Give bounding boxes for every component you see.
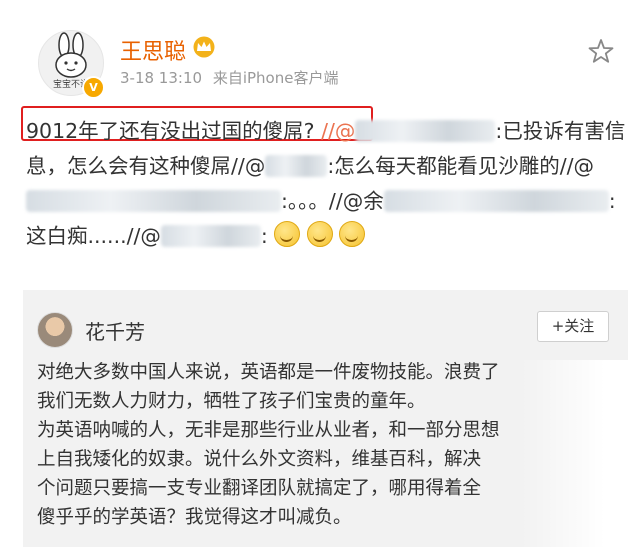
blurred-username xyxy=(26,190,281,212)
post-segment-3: :怎么每天都能看见沙雕的//@ xyxy=(327,154,595,178)
blurred-username xyxy=(265,155,328,177)
verified-icon: V xyxy=(82,76,105,99)
grin-emoji-icon xyxy=(306,221,333,247)
post-segment-6: : xyxy=(260,224,268,248)
post-segment-4: :。。。//@余 xyxy=(281,189,384,213)
crown-icon xyxy=(193,36,215,58)
post-source: 来自iPhone客户端 xyxy=(212,69,339,87)
mention-1[interactable]: //@ xyxy=(315,119,355,143)
weibo-post: 宝宝不说 V 王思聪 3-18 13:10 来自iPhone客户端 9012年了… xyxy=(0,0,641,290)
follow-button[interactable]: +关注 xyxy=(537,311,609,342)
post-username[interactable]: 王思聪 xyxy=(120,34,186,66)
highlighted-sentence: 9012年了还有没出过国的傻屌? xyxy=(26,119,315,143)
repost-username[interactable]: 花千芳 xyxy=(85,316,145,345)
blurred-username xyxy=(160,225,261,247)
grin-emoji-icon xyxy=(274,221,301,247)
post-date: 3-18 13:10 xyxy=(120,69,203,87)
edge-fade xyxy=(520,360,641,547)
post-text: 9012年了还有没出过国的傻屌? //@:已投诉有害信息，怎么会有这种傻屌//@… xyxy=(26,114,626,254)
star-icon[interactable] xyxy=(588,38,614,64)
blurred-username xyxy=(355,120,496,142)
blurred-username xyxy=(383,190,609,212)
user-avatar[interactable] xyxy=(37,312,73,348)
grin-emoji-icon xyxy=(339,221,366,247)
post-meta: 3-18 13:10 来自iPhone客户端 xyxy=(120,67,344,88)
